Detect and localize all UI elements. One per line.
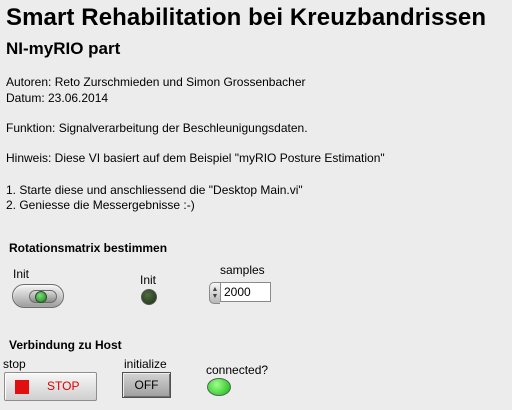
page-subtitle: NI-myRIO part — [6, 39, 121, 58]
host-section-heading: Verbindung zu Host — [9, 338, 122, 352]
samples-label: samples — [220, 263, 265, 277]
hint-text: Hinweis: Diese VI basiert auf dem Beispi… — [6, 151, 385, 165]
increment-arrow-icon[interactable]: ▲ — [212, 286, 219, 293]
connected-label: connected? — [206, 363, 269, 377]
init-switch[interactable] — [12, 284, 64, 308]
stop-label: stop — [3, 357, 26, 371]
date-text: Datum: 23.06.2014 — [6, 91, 109, 105]
initialize-button[interactable]: OFF — [122, 372, 171, 398]
increment-decrement-icon[interactable]: ▲ ▼ — [209, 282, 220, 304]
connected-led-indicator — [207, 378, 231, 396]
authors-text: Autoren: Reto Zurschmieden und Simon Gro… — [6, 75, 306, 89]
stop-button-label: STOP — [47, 379, 80, 393]
init-led-indicator — [141, 289, 157, 305]
step-2-text: 2. Geniesse die Messergebnisse :-) — [6, 198, 195, 212]
init-switch-label: Init — [13, 267, 30, 281]
page-title: Smart Rehabilitation bei Kreuzbandrissen — [6, 4, 487, 31]
step-1-text: 1. Starte diese und anschliessend die "D… — [6, 183, 303, 197]
init-led-label: Init — [140, 273, 157, 287]
stop-square-icon — [15, 380, 29, 394]
function-text: Funktion: Signalverarbeitung der Beschle… — [6, 121, 308, 135]
decrement-arrow-icon[interactable]: ▼ — [212, 293, 219, 300]
samples-numeric-control: ▲ ▼ 2000 — [209, 282, 271, 304]
stop-button[interactable]: STOP — [4, 372, 97, 401]
switch-light-icon — [35, 291, 47, 303]
rotation-section-heading: Rotationsmatrix bestimmen — [9, 241, 168, 255]
initialize-label: initialize — [124, 357, 167, 371]
samples-input[interactable]: 2000 — [220, 282, 271, 302]
